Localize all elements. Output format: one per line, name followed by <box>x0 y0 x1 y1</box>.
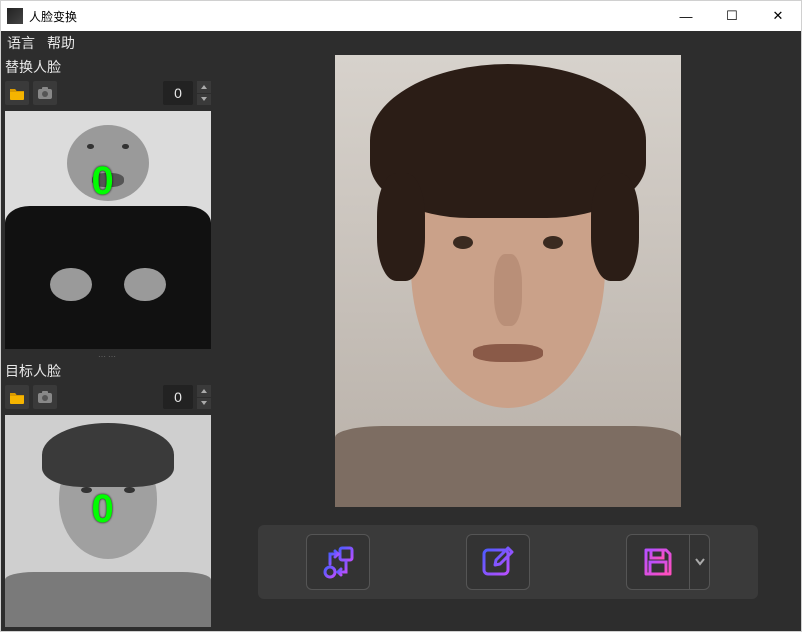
save-icon <box>638 542 678 582</box>
save-dropdown-button[interactable] <box>690 534 710 590</box>
target-index-down[interactable] <box>197 398 211 410</box>
menubar: 语言 帮助 <box>1 31 215 55</box>
target-face-annotation: 0 <box>92 487 114 532</box>
chevron-down-icon <box>695 558 705 566</box>
camera-icon <box>37 390 53 404</box>
maximize-button[interactable]: ☐ <box>709 1 755 31</box>
target-toolbar: 0 <box>1 383 215 411</box>
target-index-up[interactable] <box>197 385 211 397</box>
sidebar: 语言 帮助 替换人脸 0 <box>1 31 215 631</box>
menu-language[interactable]: 语言 <box>7 33 35 53</box>
folder-icon <box>9 390 25 404</box>
minimize-button[interactable]: — <box>663 1 709 31</box>
source-camera-button[interactable] <box>33 81 57 105</box>
main-area <box>215 31 801 631</box>
target-face-index[interactable]: 0 <box>163 385 193 409</box>
source-index-up[interactable] <box>197 81 211 93</box>
source-face-index[interactable]: 0 <box>163 81 193 105</box>
source-panel-label: 替换人脸 <box>1 55 215 79</box>
edit-icon <box>478 542 518 582</box>
menu-help[interactable]: 帮助 <box>47 33 75 53</box>
edit-button[interactable] <box>466 534 530 590</box>
window-controls: — ☐ ✕ <box>663 1 801 31</box>
source-index-down[interactable] <box>197 94 211 106</box>
source-thumbnail[interactable]: 0 <box>5 111 211 349</box>
source-face-annotation: 0 <box>92 159 114 204</box>
source-portrait-image <box>5 111 211 349</box>
swap-button[interactable] <box>306 534 370 590</box>
folder-icon <box>9 86 25 100</box>
target-open-folder-button[interactable] <box>5 385 29 409</box>
titlebar: 人脸变换 — ☐ ✕ <box>1 1 801 31</box>
action-bar <box>258 525 758 599</box>
target-camera-button[interactable] <box>33 385 57 409</box>
close-button[interactable]: ✕ <box>755 1 801 31</box>
camera-icon <box>37 86 53 100</box>
result-portrait-image <box>335 55 681 507</box>
target-index-spinner <box>197 385 211 409</box>
source-toolbar: 0 <box>1 79 215 107</box>
result-preview[interactable] <box>335 55 681 507</box>
save-button[interactable] <box>626 534 690 590</box>
app-icon <box>7 8 23 24</box>
target-thumbnail[interactable]: 0 <box>5 415 211 627</box>
target-panel-label: 目标人脸 <box>1 359 215 383</box>
source-index-spinner <box>197 81 211 105</box>
swap-icon <box>318 542 358 582</box>
source-open-folder-button[interactable] <box>5 81 29 105</box>
window-title: 人脸变换 <box>29 8 663 25</box>
